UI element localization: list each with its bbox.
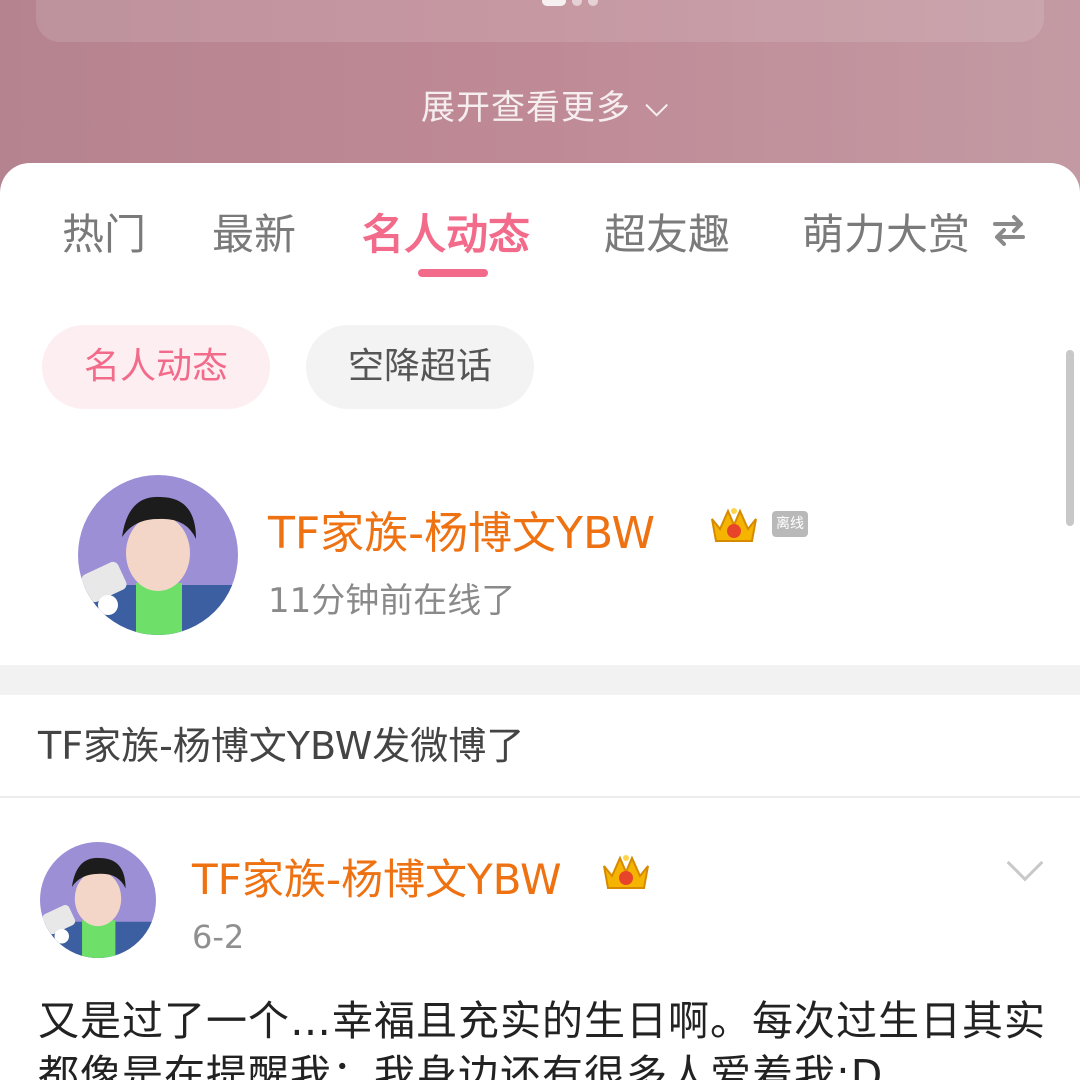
carousel-dots	[542, 0, 598, 6]
tab-super-fun[interactable]: 超友趣	[604, 201, 730, 262]
chip-airdrop-topics[interactable]: 空降超话	[306, 325, 534, 409]
last-seen-text: 11分钟前在线了	[268, 581, 516, 621]
section-divider	[0, 665, 1080, 695]
tab-latest[interactable]: 最新	[212, 201, 296, 262]
carousel-dot	[588, 0, 598, 6]
expand-more-label: 展开查看更多	[421, 88, 631, 128]
post-avatar[interactable]	[40, 842, 156, 958]
swap-arrows-icon[interactable]	[990, 211, 1028, 249]
crown-badge-icon	[603, 855, 649, 889]
celebrity-profile-card[interactable]: TF家族-杨博文YBW 离线 11分钟前在线了	[0, 473, 1080, 643]
expand-more-button[interactable]: 展开查看更多	[0, 80, 1080, 129]
crown-badge-icon	[711, 508, 757, 542]
post-text[interactable]: 又是过了一个…幸福且充实的生日啊。每次过生日其实都像是在提醒我：我身边还有很多人…	[38, 994, 1050, 1080]
post-author-name[interactable]: TF家族-杨博文YBW	[192, 846, 561, 907]
carousel-dot-active	[542, 0, 566, 6]
chevron-down-icon	[645, 94, 668, 117]
active-tab-indicator	[418, 269, 488, 277]
tab-hot[interactable]: 热门	[62, 201, 146, 262]
post-date: 6-2	[192, 918, 245, 956]
post-card[interactable]: TF家族-杨博文YBW 6-2 又是过了一个…幸福且充实的生日啊。每次过生日其实…	[0, 800, 1080, 1080]
section-title: TF家族-杨博文YBW发微博了	[0, 695, 1080, 798]
avatar[interactable]	[78, 475, 238, 635]
chip-celebrity-updates[interactable]: 名人动态	[42, 325, 270, 409]
carousel-dot	[572, 0, 582, 6]
tab-cute-awards[interactable]: 萌力大赏	[802, 201, 970, 262]
tab-bar: 热门 最新 名人动态 超友趣 萌力大赏	[0, 201, 1080, 261]
carousel-card[interactable]	[36, 0, 1044, 42]
status-badge: 离线	[772, 511, 808, 537]
chevron-down-icon[interactable]	[1006, 844, 1044, 882]
profile-name[interactable]: TF家族-杨博文YBW	[268, 497, 655, 561]
tab-celebrity-updates[interactable]: 名人动态	[362, 201, 530, 262]
